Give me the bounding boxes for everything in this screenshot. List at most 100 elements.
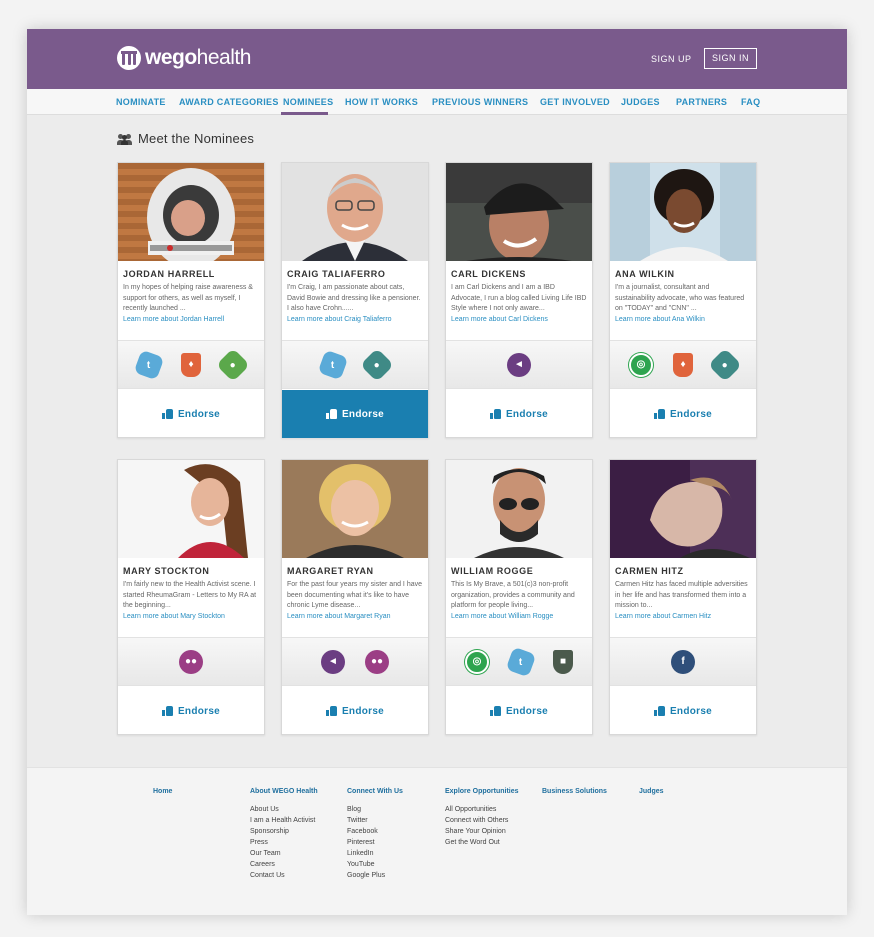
footer-link[interactable]: Blog bbox=[347, 804, 403, 815]
people-icon bbox=[117, 133, 132, 145]
footer-link[interactable]: I am a Health Activist bbox=[250, 815, 318, 826]
learn-more-link[interactable]: Learn more about Margaret Ryan bbox=[287, 613, 391, 620]
nominee-card: MARGARET RYAN For the past four years my… bbox=[281, 459, 429, 735]
facebook-badge-icon[interactable]: f bbox=[671, 649, 695, 674]
thumbs-up-icon bbox=[653, 706, 665, 716]
footer-home-link[interactable]: Home bbox=[153, 788, 172, 795]
wegohealth-logo[interactable]: wegohealth bbox=[117, 46, 251, 70]
nav-item-previous-winners[interactable]: PREVIOUS WINNERS bbox=[432, 97, 528, 107]
footer-link[interactable]: Connect with Others bbox=[445, 815, 519, 826]
nominee-bio: Carmen Hitz has faced multiple adversiti… bbox=[615, 581, 748, 609]
footer-link[interactable]: Pinterest bbox=[347, 837, 403, 848]
footer-heading[interactable]: Explore Opportunities bbox=[445, 788, 519, 795]
nominee-photo[interactable] bbox=[610, 460, 756, 558]
endorse-button[interactable]: Endorse bbox=[118, 687, 264, 735]
nav-item-judges[interactable]: JUDGES bbox=[621, 97, 660, 107]
endorse-label: Endorse bbox=[505, 408, 549, 420]
learn-more-link[interactable]: Learn more about Craig Taliaferro bbox=[287, 316, 392, 323]
footer-link[interactable]: Twitter bbox=[347, 815, 403, 826]
footer-link[interactable]: Google Plus bbox=[347, 870, 403, 881]
endorse-button[interactable]: Endorse bbox=[282, 687, 428, 735]
nav-item-how-it-works[interactable]: HOW IT WORKS bbox=[345, 97, 418, 107]
learn-more-link[interactable]: Learn more about Carmen Hitz bbox=[615, 613, 711, 620]
main-nav: NOMINATE AWARD CATEGORIES NOMINEES HOW I… bbox=[27, 89, 847, 115]
nominee-photo[interactable] bbox=[118, 163, 264, 261]
endorse-button[interactable]: Endorse bbox=[446, 390, 592, 438]
endorse-button[interactable]: Endorse bbox=[282, 390, 428, 438]
footer-link[interactable]: Sponsorship bbox=[250, 826, 318, 837]
nav-active-indicator bbox=[281, 112, 328, 115]
endorse-button[interactable]: Endorse bbox=[118, 390, 264, 438]
endorse-button[interactable]: Endorse bbox=[610, 390, 756, 438]
gear-badge-icon[interactable]: ● bbox=[708, 347, 742, 382]
laurel-badge-icon[interactable]: ◎ bbox=[465, 649, 489, 674]
nominee-photo[interactable] bbox=[446, 460, 592, 558]
learn-more-link[interactable]: Learn more about Ana Wilkin bbox=[615, 316, 705, 323]
footer-link[interactable]: Share Your Opinion bbox=[445, 826, 519, 837]
footer-heading[interactable]: Connect With Us bbox=[347, 788, 403, 795]
footer-link[interactable]: All Opportunities bbox=[445, 804, 519, 815]
ribbon-badge-icon[interactable]: ♦ bbox=[673, 352, 693, 377]
nominee-name: CRAIG TALIAFERRO bbox=[287, 269, 386, 279]
megaphone-badge-icon[interactable]: ◄ bbox=[507, 352, 531, 377]
nav-item-partners[interactable]: PARTNERS bbox=[676, 97, 727, 107]
ribbon-badge-icon[interactable]: ♦ bbox=[181, 352, 201, 377]
badge-row: ◎ t ■ bbox=[446, 637, 592, 686]
footer-col-home: Home bbox=[153, 788, 172, 804]
nav-item-award-categories[interactable]: AWARD CATEGORIES bbox=[179, 97, 279, 107]
footer-link[interactable]: Our Team bbox=[250, 848, 318, 859]
footer-link[interactable]: Press bbox=[250, 837, 318, 848]
megaphone-badge-icon[interactable]: ◄ bbox=[321, 649, 345, 674]
nominee-photo[interactable] bbox=[282, 163, 428, 261]
footer-heading[interactable]: About WEGO Health bbox=[250, 788, 318, 795]
nominee-photo[interactable] bbox=[118, 460, 264, 558]
nav-item-nominees[interactable]: NOMINEES bbox=[283, 97, 333, 107]
nav-item-faq[interactable]: FAQ bbox=[741, 97, 760, 107]
learn-more-link[interactable]: Learn more about William Rogge bbox=[451, 613, 553, 620]
learn-more-link[interactable]: Learn more about Jordan Harrell bbox=[123, 316, 224, 323]
sign-up-link[interactable]: SIGN UP bbox=[651, 54, 692, 64]
twitter-badge-icon[interactable]: t bbox=[317, 349, 349, 380]
nominee-photo[interactable] bbox=[610, 163, 756, 261]
logo-bold: wego bbox=[145, 46, 197, 69]
endorse-label: Endorse bbox=[177, 408, 221, 420]
nominee-name: WILLIAM ROGGE bbox=[451, 566, 534, 576]
laurel-badge-icon[interactable]: ◎ bbox=[629, 352, 653, 377]
footer-link[interactable]: Contact Us bbox=[250, 870, 318, 881]
footer-col-about: About WEGO Health About Us I am a Health… bbox=[250, 788, 318, 881]
shield-badge-icon[interactable]: ■ bbox=[553, 649, 573, 674]
nav-item-get-involved[interactable]: GET INVOLVED bbox=[540, 97, 610, 107]
endorse-button[interactable]: Endorse bbox=[610, 687, 756, 735]
learn-more-link[interactable]: Learn more about Carl Dickens bbox=[451, 316, 548, 323]
learn-more-link[interactable]: Learn more about Mary Stockton bbox=[123, 613, 225, 620]
nominee-photo[interactable] bbox=[282, 460, 428, 558]
footer-link[interactable]: LinkedIn bbox=[347, 848, 403, 859]
footer-link[interactable]: Careers bbox=[250, 859, 318, 870]
sign-in-button[interactable]: SIGN IN bbox=[704, 48, 757, 69]
nominee-bio: I'm fairly new to the Health Activist sc… bbox=[123, 581, 257, 609]
footer-col-judges: Judges bbox=[639, 788, 664, 804]
footer-col-business: Business Solutions bbox=[542, 788, 607, 804]
nominee-bio: For the past four years my sister and I … bbox=[287, 581, 423, 609]
nominee-bio: I'm Craig, I am passionate about cats, D… bbox=[287, 284, 421, 312]
community-badge-icon[interactable]: ● bbox=[216, 347, 250, 382]
endorse-button[interactable]: Endorse bbox=[446, 687, 592, 735]
footer-link[interactable]: About Us bbox=[250, 804, 318, 815]
twitter-badge-icon[interactable]: t bbox=[133, 349, 165, 380]
endorse-label: Endorse bbox=[341, 705, 385, 717]
footer-judges-link[interactable]: Judges bbox=[639, 788, 664, 795]
gear-badge-icon[interactable]: ● bbox=[360, 347, 394, 382]
chat-badge-icon[interactable]: ●● bbox=[365, 649, 389, 674]
footer-link[interactable]: Facebook bbox=[347, 826, 403, 837]
endorse-label: Endorse bbox=[669, 705, 713, 717]
nominee-bio: In my hopes of helping raise awareness &… bbox=[123, 284, 253, 312]
nominee-photo[interactable] bbox=[446, 163, 592, 261]
page-title: Meet the Nominees bbox=[138, 131, 255, 146]
chat-badge-icon[interactable]: ●● bbox=[179, 649, 203, 674]
footer-business-link[interactable]: Business Solutions bbox=[542, 788, 607, 795]
twitter-badge-icon[interactable]: t bbox=[505, 646, 537, 677]
footer-link[interactable]: Get the Word Out bbox=[445, 837, 519, 848]
nav-item-nominate[interactable]: NOMINATE bbox=[116, 97, 166, 107]
footer-link[interactable]: YouTube bbox=[347, 859, 403, 870]
thumbs-up-icon bbox=[161, 706, 173, 716]
